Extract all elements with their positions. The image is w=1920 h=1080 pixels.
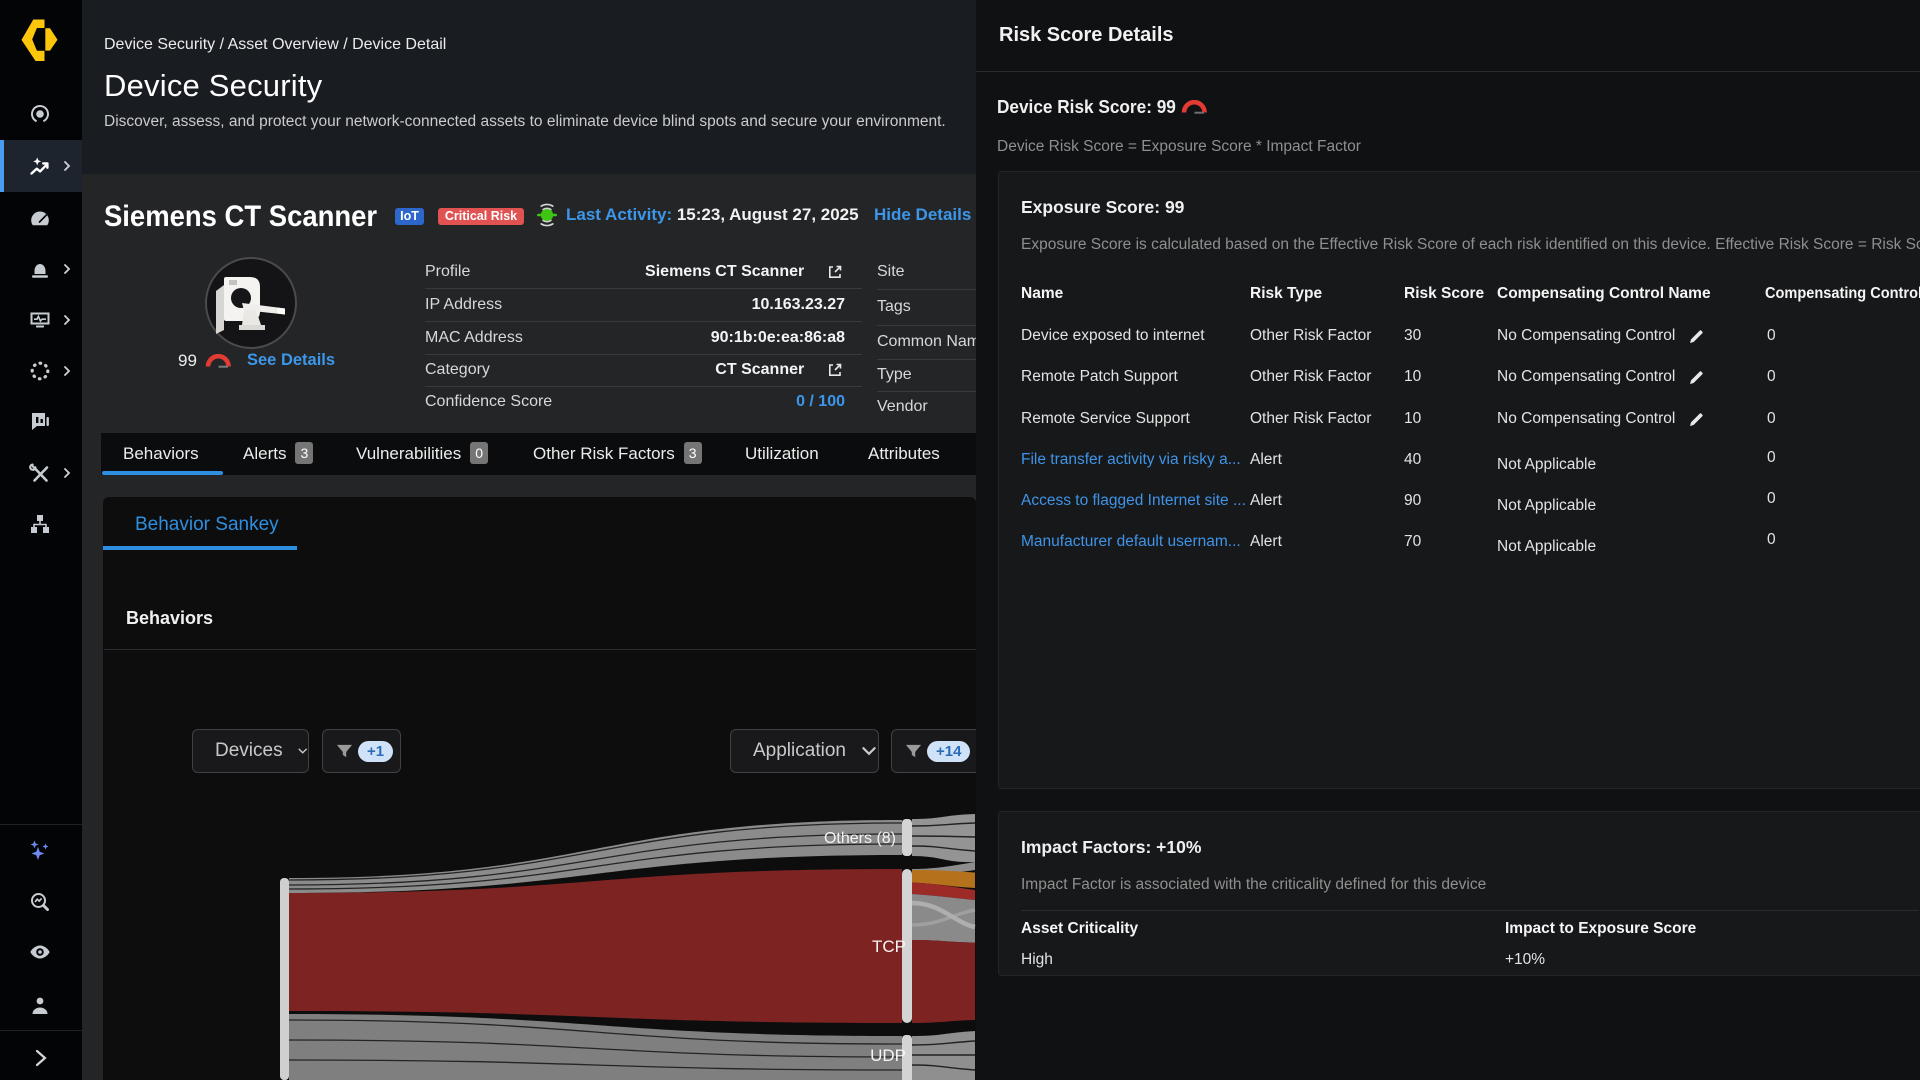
- svg-text:Others (8): Others (8): [824, 830, 896, 847]
- svg-text:TCP: TCP: [872, 937, 906, 956]
- svg-text:UDP: UDP: [870, 1046, 906, 1065]
